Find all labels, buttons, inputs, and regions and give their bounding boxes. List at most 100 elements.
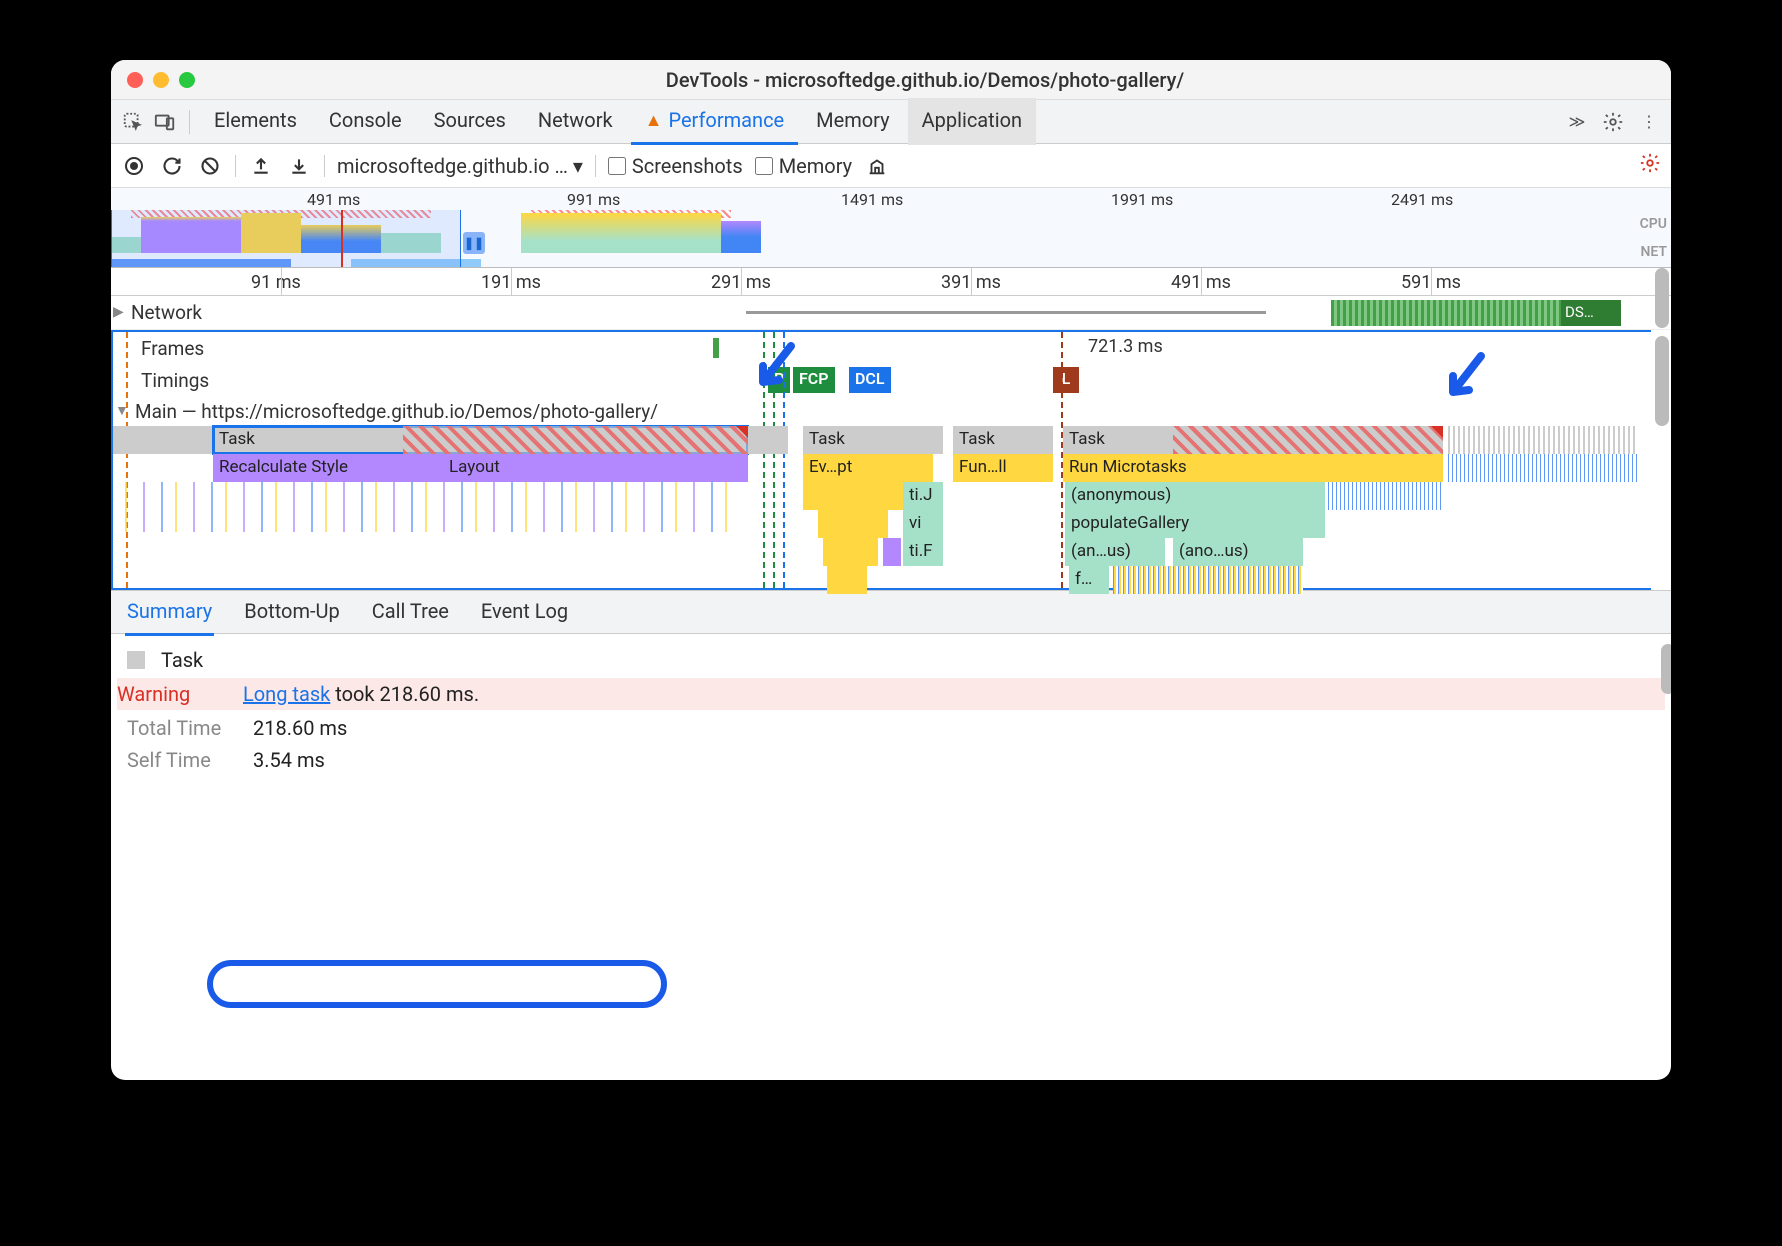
cpu-label: CPU: [1640, 216, 1667, 232]
task-bar[interactable]: Task: [1063, 426, 1443, 454]
flame-bar[interactable]: [823, 538, 878, 566]
ov-tick: 1491 ms: [841, 190, 903, 209]
record-button[interactable]: [121, 153, 147, 179]
selected-task-bar[interactable]: Task: [213, 426, 748, 454]
self-time-row: Self Time 3.54 ms: [127, 744, 1655, 776]
flame-anus2[interactable]: (ano…us): [1173, 538, 1303, 566]
task-bar[interactable]: [1448, 426, 1638, 454]
flame-bar[interactable]: [883, 538, 901, 566]
perf-settings-icon[interactable]: [1639, 152, 1661, 180]
total-time-row: Total Time 218.60 ms: [127, 712, 1655, 744]
ov-tick: 2491 ms: [1391, 190, 1453, 209]
tab-application[interactable]: Application: [908, 98, 1036, 145]
clear-button[interactable]: [197, 153, 223, 179]
more-tabs-icon[interactable]: ≫: [1563, 108, 1591, 136]
overview-selection[interactable]: [111, 210, 461, 267]
flame-event[interactable]: Ev…pt: [803, 454, 933, 482]
frame-marker[interactable]: [713, 338, 719, 358]
scrollbar-thumb[interactable]: [1655, 268, 1669, 328]
detail-tabs: Summary Bottom-Up Call Tree Event Log: [111, 590, 1671, 634]
settings-icon[interactable]: [1599, 108, 1627, 136]
dtab-eventlog[interactable]: Event Log: [479, 589, 570, 636]
ov-tick: 991 ms: [567, 190, 620, 209]
l-badge[interactable]: L: [1053, 367, 1079, 393]
flame-anon[interactable]: (anonymous): [1065, 482, 1325, 510]
color-swatch: [127, 651, 145, 669]
track-list: ▶ Network DS… Frames 721.3 ms Timings P …: [111, 296, 1671, 590]
main-label: Main — https://microsoftedge.github.io/D…: [113, 400, 658, 423]
flame-detail[interactable]: [113, 482, 743, 532]
window-controls: [127, 72, 195, 88]
memory-checkbox[interactable]: Memory: [755, 154, 852, 178]
task-bar[interactable]: [748, 426, 788, 454]
close-button[interactable]: [127, 72, 143, 88]
collect-garbage-icon[interactable]: [864, 153, 890, 179]
dtab-bottomup[interactable]: Bottom-Up: [242, 589, 341, 636]
maximize-button[interactable]: [179, 72, 195, 88]
frames-label: Frames: [113, 337, 204, 360]
flame-func[interactable]: Fun…ll: [953, 454, 1053, 482]
tab-performance[interactable]: ▲Performance: [631, 98, 799, 145]
tab-elements[interactable]: Elements: [200, 98, 311, 145]
task-bar[interactable]: [113, 426, 213, 454]
flame-tij[interactable]: ti.J: [903, 482, 943, 510]
flame-recalc[interactable]: Recalculate Style: [213, 454, 443, 482]
flame-bar[interactable]: [827, 566, 867, 594]
tab-console[interactable]: Console: [315, 98, 416, 145]
upload-icon[interactable]: [248, 153, 274, 179]
dtab-summary[interactable]: Summary: [125, 589, 214, 636]
tab-sources[interactable]: Sources: [420, 98, 520, 145]
tab-memory[interactable]: Memory: [802, 98, 903, 145]
window-title: DevTools - microsoftedge.github.io/Demos…: [195, 68, 1655, 92]
flame-f[interactable]: f…: [1069, 566, 1109, 594]
network-track[interactable]: ▶ Network DS…: [111, 296, 1671, 330]
flame-popgal[interactable]: populateGallery: [1065, 510, 1325, 538]
timeline-ruler: 91 ms 191 ms 291 ms 391 ms 491 ms 591 ms: [111, 268, 1671, 296]
warning-icon: ▲: [645, 110, 663, 131]
scrollbar-thumb[interactable]: [1655, 336, 1669, 426]
titlebar: DevTools - microsoftedge.github.io/Demos…: [111, 60, 1671, 100]
task-bar[interactable]: Task: [803, 426, 943, 454]
annotation-arrow: [1443, 352, 1487, 412]
screenshots-checkbox[interactable]: Screenshots: [608, 154, 743, 178]
flame-bar[interactable]: [803, 482, 903, 510]
ov-tick: 1991 ms: [1111, 190, 1173, 209]
ov-tick: 491 ms: [307, 190, 360, 209]
recording-url[interactable]: microsoftedge.github.io … ▾: [337, 154, 583, 178]
long-task-link[interactable]: Long task: [243, 682, 330, 706]
network-bar[interactable]: DS…: [1561, 300, 1621, 326]
scrollbar-thumb[interactable]: [1661, 644, 1671, 694]
download-icon[interactable]: [286, 153, 312, 179]
flame-bar[interactable]: [1328, 482, 1443, 510]
summary-panel: Task Warning Long task took 218.60 ms. T…: [111, 634, 1671, 786]
kebab-icon[interactable]: ⋮: [1635, 108, 1663, 136]
annotation-callout: [207, 960, 667, 1008]
flame-bar[interactable]: [1113, 566, 1303, 594]
flame-bar[interactable]: [1448, 454, 1638, 482]
panel-tabs: Elements Console Sources Network ▲Perfor…: [111, 100, 1671, 144]
flame-chart[interactable]: Frames 721.3 ms Timings P FCP DCL L ▼ Ma…: [111, 330, 1651, 590]
annotation-arrow: [753, 342, 797, 402]
reload-record-button[interactable]: [159, 153, 185, 179]
flame-tif[interactable]: ti.F: [903, 538, 943, 566]
timing-value: 721.3 ms: [1088, 336, 1163, 357]
flame-bar[interactable]: [818, 510, 888, 538]
perf-toolbar: microsoftedge.github.io … ▾ Screenshots …: [111, 144, 1671, 188]
timings-label: Timings: [113, 369, 209, 392]
overview-panel[interactable]: 491 ms 991 ms 1491 ms 1991 ms 2491 ms ❚❚…: [111, 188, 1671, 268]
task-bar[interactable]: Task: [953, 426, 1053, 454]
dtab-calltree[interactable]: Call Tree: [370, 589, 451, 636]
flame-layout[interactable]: Layout: [443, 454, 748, 482]
flame-microtasks[interactable]: Run Microtasks: [1063, 454, 1443, 482]
summary-title: Task: [127, 644, 1655, 676]
inspect-icon[interactable]: [119, 108, 147, 136]
flame-vi[interactable]: vi: [903, 510, 943, 538]
overview-handle[interactable]: ❚❚: [463, 232, 485, 254]
dcl-badge[interactable]: DCL: [849, 367, 891, 393]
warning-row: Warning Long task took 218.60 ms.: [117, 678, 1665, 710]
flame-anus1[interactable]: (an…us): [1065, 538, 1165, 566]
tab-network[interactable]: Network: [524, 98, 627, 145]
device-toggle-icon[interactable]: [151, 108, 179, 136]
fcp-badge[interactable]: FCP: [793, 367, 835, 393]
minimize-button[interactable]: [153, 72, 169, 88]
